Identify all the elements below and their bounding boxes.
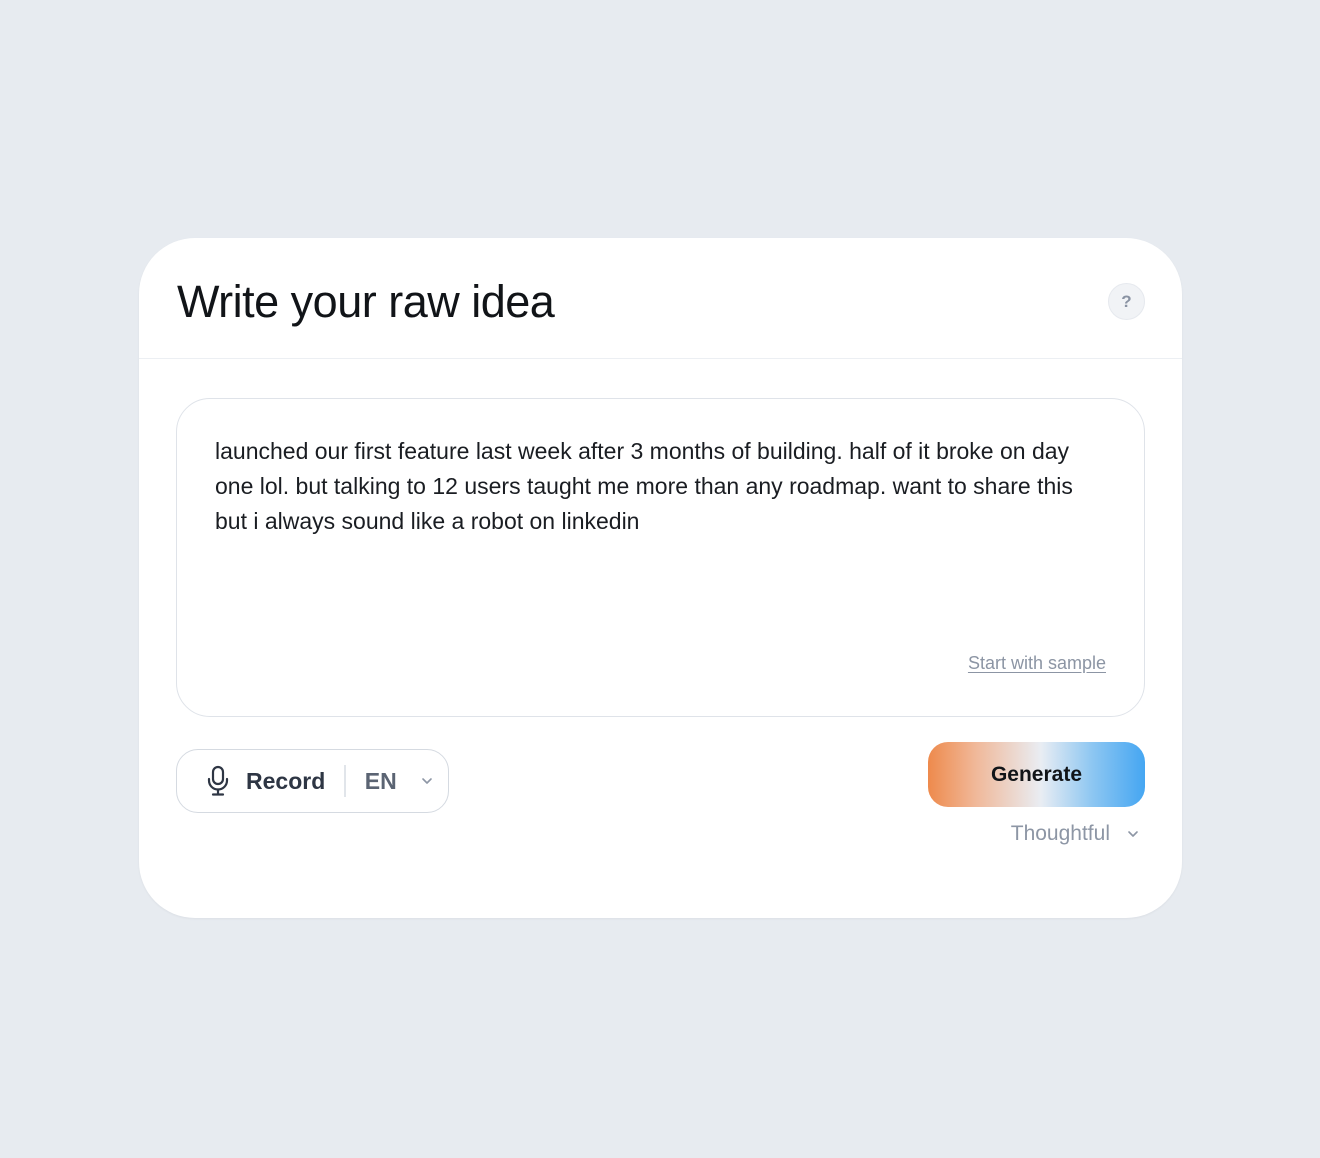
start-with-sample-link[interactable]: Start with sample (968, 653, 1106, 674)
record-button[interactable]: Record (177, 750, 344, 812)
language-value: EN (364, 767, 397, 794)
help-button[interactable]: ? (1108, 283, 1145, 320)
tone-select[interactable]: Thoughtful (1011, 822, 1139, 846)
idea-card: Write your raw idea ? launched our first… (139, 238, 1182, 918)
tone-value: Thoughtful (1010, 822, 1110, 845)
chevron-down-icon (421, 778, 432, 784)
page-title: Write your raw idea (177, 276, 555, 327)
microphone-icon (207, 765, 229, 796)
chevron-down-icon (1128, 831, 1138, 837)
generate-button[interactable]: Generate (928, 742, 1145, 807)
record-language-control: Record EN (176, 749, 449, 813)
card-header: Write your raw idea ? (139, 238, 1182, 359)
idea-textarea[interactable]: launched our first feature last week aft… (176, 398, 1145, 717)
record-label: Record (246, 767, 326, 794)
idea-text[interactable]: launched our first feature last week aft… (215, 434, 1110, 539)
language-select[interactable]: EN (346, 750, 433, 812)
